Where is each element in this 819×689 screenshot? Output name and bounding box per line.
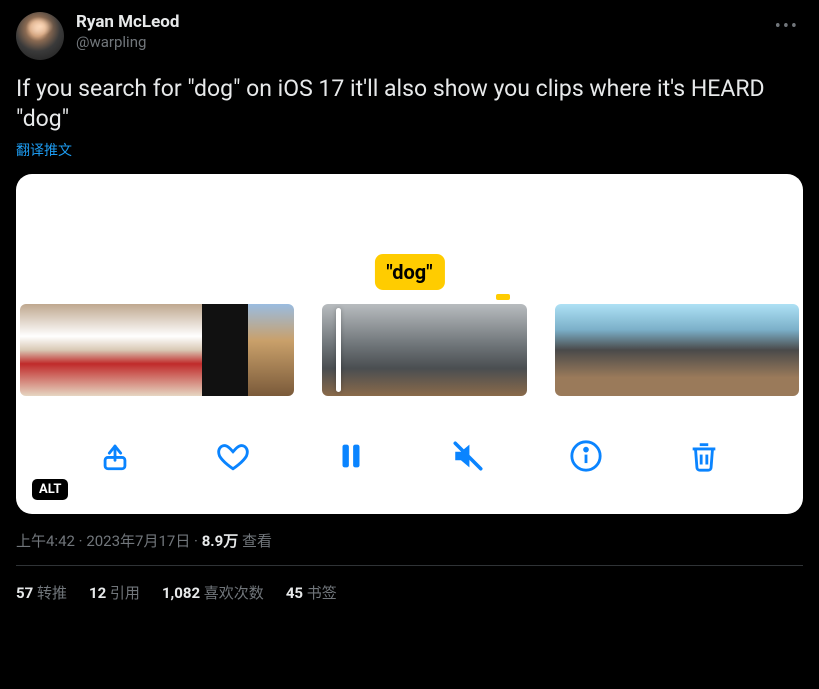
user-handle: @warpling [76, 32, 803, 52]
alt-badge[interactable]: ALT [32, 479, 68, 500]
views-label: 查看 [242, 532, 272, 550]
video-timeline[interactable] [16, 304, 803, 396]
tweet-text: If you search for "dog" on iOS 17 it'll … [16, 74, 803, 134]
trash-icon[interactable] [687, 439, 721, 473]
info-icon[interactable] [569, 439, 603, 473]
avatar[interactable] [16, 12, 64, 60]
more-options-button[interactable]: ••• [771, 12, 803, 41]
clip-group[interactable] [555, 304, 799, 396]
heart-icon[interactable] [216, 439, 250, 473]
media-card[interactable]: "dog" [16, 174, 803, 514]
tweet-meta: 上午4:42 2023年7月17日 8.9万 查看 [16, 530, 803, 551]
playhead[interactable] [336, 308, 341, 392]
views-count: 8.9万 [202, 532, 239, 550]
tweet-stats: 57 转推 12 引用 1,082 喜欢次数 45 书签 [16, 566, 803, 615]
display-name: Ryan McLeod [76, 12, 803, 32]
tweet-container: Ryan McLeod @warpling ••• If you search … [0, 0, 819, 615]
tweet-time[interactable]: 上午4:42 [16, 532, 75, 550]
search-match-marker [496, 294, 510, 300]
search-match-label: "dog" [374, 254, 444, 290]
retweets-stat[interactable]: 57 转推 [16, 582, 67, 603]
mute-icon[interactable] [451, 439, 485, 473]
quotes-stat[interactable]: 12 引用 [89, 582, 140, 603]
media-controls [16, 426, 803, 486]
clip-group[interactable] [20, 304, 294, 396]
clip-group[interactable] [322, 304, 527, 396]
pause-icon[interactable] [334, 439, 368, 473]
user-block[interactable]: Ryan McLeod @warpling [76, 12, 803, 52]
translate-link[interactable]: 翻译推文 [16, 140, 803, 160]
share-icon[interactable] [98, 439, 132, 473]
tweet-header: Ryan McLeod @warpling ••• [16, 12, 803, 60]
bookmarks-stat[interactable]: 45 书签 [286, 582, 337, 603]
tweet-date[interactable]: 2023年7月17日 [86, 532, 190, 550]
likes-stat[interactable]: 1,082 喜欢次数 [162, 582, 264, 603]
